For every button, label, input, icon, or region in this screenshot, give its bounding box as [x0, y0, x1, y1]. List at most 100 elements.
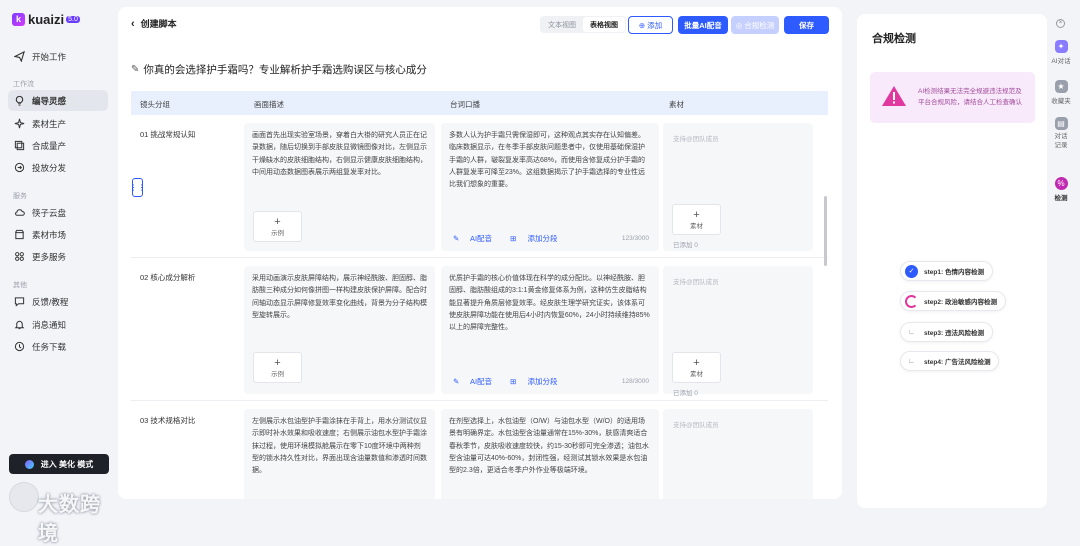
tab-text-view[interactable]: 文本视图: [541, 17, 583, 32]
rail-item-history[interactable]: ▤ 对话记录: [1048, 117, 1074, 150]
sidebar-item-distribution[interactable]: 投放分发: [8, 157, 108, 178]
ai-voice-link-label: AI配音: [469, 234, 493, 243]
watermark-text: 大数跨境: [38, 494, 101, 545]
sidebar-item-label: 编导灵感: [32, 95, 67, 106]
enter-mode-button[interactable]: 进入 美化 模式: [9, 454, 109, 474]
sidebar-item-label: 投放分发: [32, 162, 67, 173]
sidebar-group-service: 服务: [13, 193, 27, 200]
compliance-panel: 合规检测 AI检测结果无法完全规避违法规范及平台合规风险，请结合人工检查确认 ✓…: [857, 14, 1047, 508]
plus-circle-icon: ⊕: [638, 20, 646, 30]
shot-group-label[interactable]: 03 技术规格对比: [140, 415, 195, 426]
rail-item-label: 对话记录: [1054, 133, 1068, 149]
script-title[interactable]: ✎ 你真的会选择护手霜吗？专业解析护手霜选购误区与核心成分: [131, 62, 427, 77]
rail-item-label: 检测: [1054, 195, 1068, 202]
script-text: 优质护手霜的核心价值体现在科学的成分配比。以神经酰胺、胆固醇、脂肪酸组成的3:1…: [449, 275, 650, 332]
material-cell[interactable]: 支持@团队成员 + 素材 已添加 0: [663, 123, 813, 251]
script-title-text: 你真的会选择护手霜吗？专业解析护手霜选购误区与核心成分: [143, 64, 427, 76]
brand-logo[interactable]: k kuaizi 5.0: [12, 12, 80, 27]
cloud-icon: [14, 207, 25, 218]
rail-item-compliance[interactable]: % 检测: [1048, 177, 1074, 202]
back-button[interactable]: ‹ 创建脚本: [131, 17, 177, 30]
edit-pen-icon: ✎: [131, 64, 140, 75]
compliance-warning: AI检测结果无法完全规避违法规范及平台合规风险，请结合人工检查确认: [870, 72, 1035, 123]
sidebar-item-material-production[interactable]: 素材生产: [8, 113, 108, 134]
sidebar-item-label: 合成量产: [32, 140, 67, 151]
sidebar-item-notifications[interactable]: 消息通知: [8, 314, 108, 335]
rail-item-label: AI对话: [1051, 58, 1071, 65]
add-button[interactable]: ⊕ 添加: [628, 16, 673, 34]
material-placeholder: 支持@团队成员: [673, 279, 719, 286]
layers-icon: [14, 140, 25, 151]
sidebar-item-feedback[interactable]: 反馈/教程: [8, 291, 108, 312]
sidebar-item-more-services[interactable]: 更多服务: [8, 246, 108, 267]
script-cell[interactable]: 在剂型选择上，水包油型（O/W）与油包水型（W/O）的适用场景有明确界定。水包油…: [441, 409, 659, 499]
rail-item-favorites[interactable]: ★ 收藏夹: [1048, 80, 1074, 105]
plus-icon: +: [274, 356, 281, 369]
row-drag-handle-icon[interactable]: ⋮⋮: [130, 178, 146, 197]
ai-voice-link[interactable]: ✎ AI配音: [453, 233, 501, 244]
script-cell[interactable]: 优质护手霜的核心价值体现在科学的成分配比。以神经酰胺、胆固醇、脂肪酸组成的3:1…: [441, 266, 659, 394]
column-header-script: 台词口播: [450, 100, 480, 109]
close-icon[interactable]: ×: [1056, 19, 1065, 28]
grid-icon: [14, 251, 25, 262]
save-button[interactable]: 保存: [784, 16, 829, 34]
bell-icon: [14, 319, 25, 330]
ai-chat-icon: ✦: [1054, 40, 1068, 53]
sidebar-item-downloads[interactable]: 任务下载: [8, 336, 108, 357]
example-label: 示例: [271, 229, 284, 237]
material-placeholder: 支持@团队成员: [673, 422, 719, 429]
scene-cell[interactable]: 画面首先出现实验室场景，穿着白大褂的研究人员正在记录数据，随后切换到手部皮肤显微…: [244, 123, 435, 251]
char-count: 123/3000: [621, 235, 649, 242]
sidebar-item-synthesis[interactable]: 合成量产: [8, 135, 108, 156]
sidebar-group-other: 其他: [13, 282, 27, 289]
script-actions: ✎ AI配音 ⊞ 添加分段: [453, 233, 575, 244]
sidebar-item-cloud[interactable]: 筷子云盘: [8, 202, 108, 223]
example-button[interactable]: + 示例: [253, 352, 302, 383]
add-segment-link[interactable]: ⊞ 添加分段: [510, 233, 566, 244]
sidebar-item-label: 任务下载: [32, 341, 67, 352]
table-row: 02 核心成分解析 采用动画演示皮肤屏障结构，展示神经酰胺、胆固醇、脂肪酸三种成…: [131, 258, 828, 401]
add-material-button[interactable]: + 素材: [672, 204, 721, 235]
sidebar-item-label: 筷子云盘: [32, 207, 67, 218]
brand-name: kuaizi: [28, 12, 65, 27]
tab-table-view[interactable]: 表格视图: [583, 17, 625, 32]
ai-voice-link-label: AI配音: [469, 377, 493, 386]
batch-ai-voice-button[interactable]: 批量AI配音: [678, 16, 728, 34]
storyboard-table: 镜头分组 画面描述 台词口播 素材 01 挑战常规认知 画面首先出现实验室场景，…: [131, 91, 828, 499]
material-cell[interactable]: 支持@团队成员 + 素材 已添加 0: [663, 266, 813, 397]
sidebar-item-start-work[interactable]: 开始工作: [8, 46, 108, 67]
avatar[interactable]: [9, 482, 39, 512]
add-material-button[interactable]: + 素材: [672, 352, 721, 383]
scene-cell[interactable]: 左侧展示水包油型护手霜涂抹在手背上，用水分测试仪显示即时补水效果和吸收速度；右侧…: [244, 409, 435, 499]
shot-group-label[interactable]: 01 挑战常规认知: [140, 129, 195, 140]
sidebar-item-label: 素材生产: [32, 118, 67, 129]
spinner-icon: [905, 294, 918, 308]
compliance-check-button[interactable]: ◎ 合规检测: [731, 16, 779, 34]
right-rail: × ✦ AI对话 ★ 收藏夹 ▤ 对话记录 % 检测: [1048, 14, 1074, 508]
example-button[interactable]: + 示例: [253, 211, 302, 242]
compliance-step-4: ∟ step4: 广告法风险检测: [900, 351, 1000, 371]
add-box-icon: ⊞: [510, 377, 517, 386]
step-label: step1: 色情内容检测: [924, 269, 984, 276]
paper-plane-icon: [14, 51, 25, 62]
add-segment-link[interactable]: ⊞ 添加分段: [510, 376, 566, 387]
sidebar-item-market[interactable]: 素材市场: [8, 224, 108, 245]
table-scrollbar[interactable]: [824, 196, 827, 266]
sidebar: k kuaizi 5.0 开始工作 工作流 编导灵感 素材生产 合成量产 投放分…: [0, 0, 118, 545]
script-cell[interactable]: 多数人认为护手霜只需保湿即可，这种观点其实存在认知偏差。临床数据显示，在冬季手部…: [441, 123, 659, 251]
sidebar-item-inspiration[interactable]: 编导灵感: [8, 90, 108, 111]
char-count: 128/3000: [621, 378, 649, 385]
scene-text: 采用动画演示皮肤屏障结构，展示神经酰胺、胆固醇、脂肪酸三种成分如何像拼图一样构建…: [252, 275, 427, 319]
step-label: step3: 违法风险检测: [924, 330, 984, 337]
table-header: 镜头分组 画面描述 台词口播 素材: [131, 91, 828, 115]
step-label: step4: 广告法风险检测: [924, 359, 991, 366]
step-label: step2: 政治敏感内容检测: [924, 299, 997, 306]
material-cell[interactable]: 支持@团队成员: [663, 409, 813, 499]
shot-group-label[interactable]: 02 核心成分解析: [140, 272, 195, 283]
scene-cell[interactable]: 采用动画演示皮肤屏障结构，展示神经酰胺、胆固醇、脂肪酸三种成分如何像拼图一样构建…: [244, 266, 435, 394]
check-icon: ✓: [905, 264, 918, 278]
bulb-icon: [14, 95, 25, 106]
ai-voice-link[interactable]: ✎ AI配音: [453, 376, 501, 387]
rail-item-ai-chat[interactable]: ✦ AI对话: [1048, 40, 1074, 65]
script-text: 多数人认为护手霜只需保湿即可，这种观点其实存在认知偏差。临床数据显示，在冬季手部…: [449, 132, 646, 189]
